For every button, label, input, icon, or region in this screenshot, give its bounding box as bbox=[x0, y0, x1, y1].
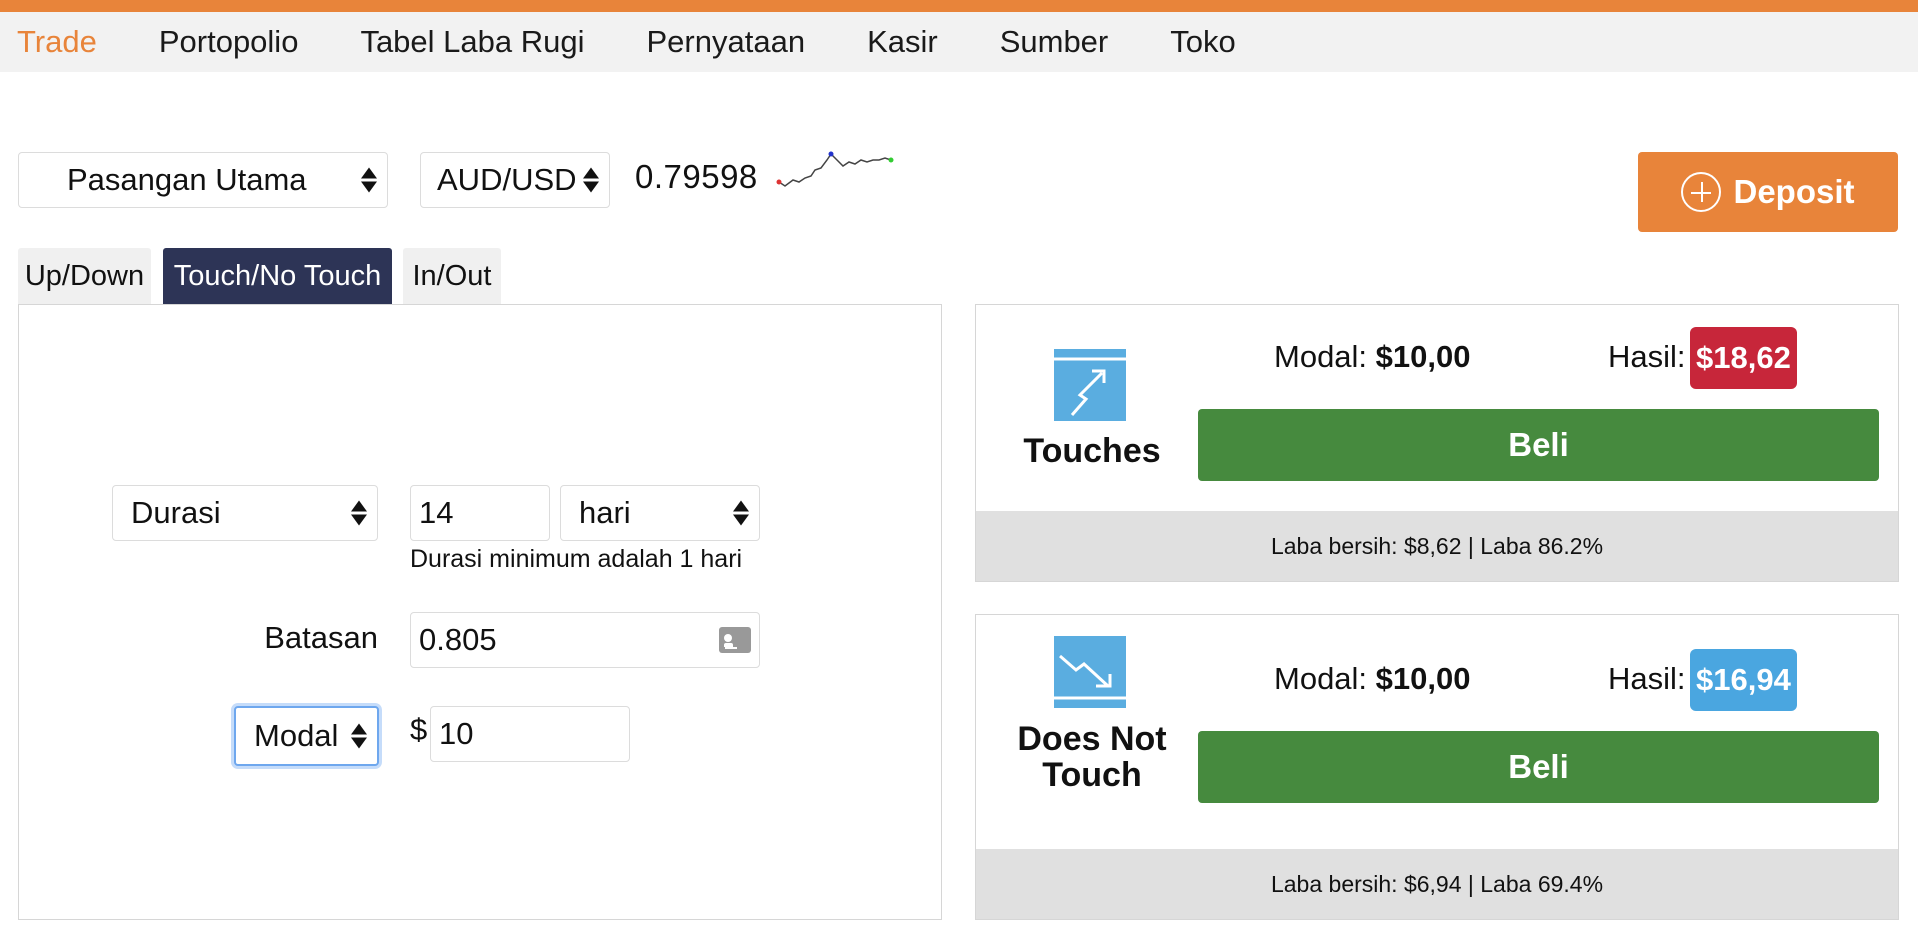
main-nav: Trade Portopolio Tabel Laba Rugi Pernyat… bbox=[0, 12, 1918, 72]
stake-label: Modal: bbox=[1274, 661, 1368, 696]
currency-symbol: $ bbox=[410, 712, 428, 747]
barrier-label: Batasan bbox=[264, 620, 378, 655]
contract-touch-card: Touches Modal: $10,00 Hasil: $18,62 Beli… bbox=[975, 304, 1899, 582]
duration-input[interactable]: 14 bbox=[410, 485, 550, 541]
market-group-value: Pasangan Utama bbox=[67, 162, 307, 197]
price-sparkline bbox=[776, 151, 894, 187]
amount-input[interactable]: 10 bbox=[430, 706, 630, 762]
currency-pair-value: AUD/USD bbox=[437, 162, 577, 197]
stake-value: $10,00 bbox=[1375, 661, 1471, 696]
nav-item-shop[interactable]: Toko bbox=[1170, 24, 1235, 60]
deposit-label: Deposit bbox=[1733, 173, 1855, 210]
amount-type-value: Modal bbox=[254, 718, 339, 753]
currency-pair-select[interactable]: AUD/USD bbox=[420, 152, 610, 208]
select-arrows-icon bbox=[351, 723, 367, 749]
contract-name: Touches bbox=[1023, 432, 1161, 470]
buy-no-touch-button[interactable]: Beli bbox=[1198, 731, 1879, 803]
stake-label: Modal: bbox=[1274, 339, 1368, 374]
barrier-value: 0.805 bbox=[419, 622, 497, 657]
buy-touch-button[interactable]: Beli bbox=[1198, 409, 1879, 481]
payout-value-badge: $16,94 bbox=[1690, 649, 1797, 711]
stake-line: Modal: $10,00 bbox=[1274, 339, 1471, 375]
stake-value: $10,00 bbox=[1375, 339, 1471, 374]
select-arrows-icon bbox=[733, 500, 749, 526]
duration-type-value: Durasi bbox=[131, 495, 221, 530]
select-arrows-icon bbox=[351, 500, 367, 526]
nav-item-portfolio[interactable]: Portopolio bbox=[159, 24, 299, 60]
amount-type-select[interactable]: Modal bbox=[234, 706, 379, 766]
deposit-button[interactable]: Deposit bbox=[1638, 152, 1898, 232]
market-group-select[interactable]: Pasangan Utama bbox=[18, 152, 388, 208]
duration-hint: Durasi minimum adalah 1 hari bbox=[410, 545, 743, 573]
amount-value: 10 bbox=[439, 716, 474, 751]
payout-label: Hasil: bbox=[1608, 339, 1686, 374]
tab-touch-no-touch[interactable]: Touch/No Touch bbox=[163, 248, 392, 304]
touch-arrow-icon bbox=[1054, 349, 1126, 421]
duration-value: 14 bbox=[419, 495, 454, 530]
payout-value-badge: $18,62 bbox=[1690, 327, 1797, 389]
plus-circle-icon bbox=[1681, 172, 1722, 212]
nav-item-resources[interactable]: Sumber bbox=[1000, 24, 1109, 60]
duration-type-select[interactable]: Durasi bbox=[112, 485, 378, 541]
select-arrows-icon bbox=[583, 167, 599, 193]
tab-up-down[interactable]: Up/Down bbox=[18, 248, 151, 304]
duration-unit-value: hari bbox=[579, 495, 631, 530]
tab-in-out[interactable]: In/Out bbox=[403, 248, 501, 304]
nav-item-cashier[interactable]: Kasir bbox=[867, 24, 938, 60]
barrier-input[interactable]: 0.805 bbox=[410, 612, 760, 668]
nav-item-statement[interactable]: Pernyataan bbox=[647, 24, 806, 60]
nav-item-trade[interactable]: Trade bbox=[17, 24, 97, 60]
select-arrows-icon bbox=[361, 167, 377, 193]
contract-no-touch-card: Does Not Touch Modal: $10,00 Hasil: $16,… bbox=[975, 614, 1899, 920]
stake-line: Modal: $10,00 bbox=[1274, 661, 1471, 697]
no-touch-arrow-icon bbox=[1054, 636, 1126, 708]
nav-item-profit-table[interactable]: Tabel Laba Rugi bbox=[360, 24, 584, 60]
contact-card-icon bbox=[719, 627, 751, 661]
duration-unit-select[interactable]: hari bbox=[560, 485, 760, 541]
spot-price: 0.79598 bbox=[635, 158, 758, 195]
net-profit-info: Laba bersih: $6,94 | Laba 69.4% bbox=[976, 849, 1898, 919]
net-profit-info: Laba bersih: $8,62 | Laba 86.2% bbox=[976, 511, 1898, 581]
payout-label: Hasil: bbox=[1608, 661, 1686, 696]
top-accent-bar bbox=[0, 0, 1918, 12]
contract-name: Does Not Touch bbox=[1017, 720, 1167, 794]
